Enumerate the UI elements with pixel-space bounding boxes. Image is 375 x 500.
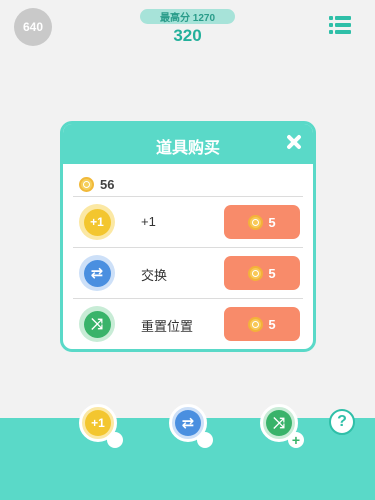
- shop-dialog: 道具购买 56 +1 +1 5 ⇄ 交换 5 ⤨ 重置位置 5: [60, 121, 316, 352]
- swap-icon: ⇄: [79, 255, 115, 291]
- current-score: 320: [173, 26, 202, 45]
- coin-balance: 56: [79, 174, 114, 194]
- swap-tool-button[interactable]: ⇄: [169, 404, 213, 448]
- add-icon: +: [288, 432, 304, 448]
- coin-icon: [248, 265, 264, 281]
- item-label: +1: [141, 214, 156, 229]
- coin-icon: [79, 176, 94, 192]
- price-label: 5: [268, 214, 276, 230]
- shop-item-plus-one: +1 +1 5: [63, 197, 313, 247]
- item-label: 交换: [141, 268, 168, 283]
- shop-item-shuffle: ⤨ 重置位置 5: [63, 299, 313, 349]
- swap-icon: ⇄: [175, 410, 201, 436]
- price-label: 5: [268, 265, 276, 281]
- plus-one-tool-button[interactable]: +1: [79, 404, 123, 448]
- shuffle-tool-button[interactable]: ⤨ +: [260, 404, 304, 448]
- shuffle-icon: ⤨: [266, 410, 292, 436]
- shop-item-swap: ⇄ 交换 5: [63, 248, 313, 298]
- close-icon[interactable]: [283, 131, 305, 153]
- help-button[interactable]: ?: [329, 409, 355, 435]
- buy-plus-one-button[interactable]: 5: [224, 205, 300, 239]
- lock-badge-icon: [107, 432, 123, 448]
- coin-icon: [248, 214, 264, 230]
- menu-icon[interactable]: [329, 16, 351, 34]
- item-label: 重置位置: [141, 319, 194, 334]
- plus-one-icon: +1: [79, 204, 115, 240]
- dialog-title: 道具购买: [155, 140, 220, 157]
- coin-icon: [248, 316, 264, 332]
- dialog-header: 道具购买: [63, 124, 313, 164]
- plus-one-icon: +1: [85, 410, 111, 436]
- shuffle-icon: ⤨: [79, 306, 115, 342]
- lock-badge-icon: [197, 432, 213, 448]
- buy-swap-button[interactable]: 5: [224, 256, 300, 290]
- price-label: 5: [268, 316, 276, 332]
- best-score-badge: 最高分 1270: [140, 9, 235, 24]
- balance-value: 56: [100, 176, 115, 192]
- buy-shuffle-button[interactable]: 5: [224, 307, 300, 341]
